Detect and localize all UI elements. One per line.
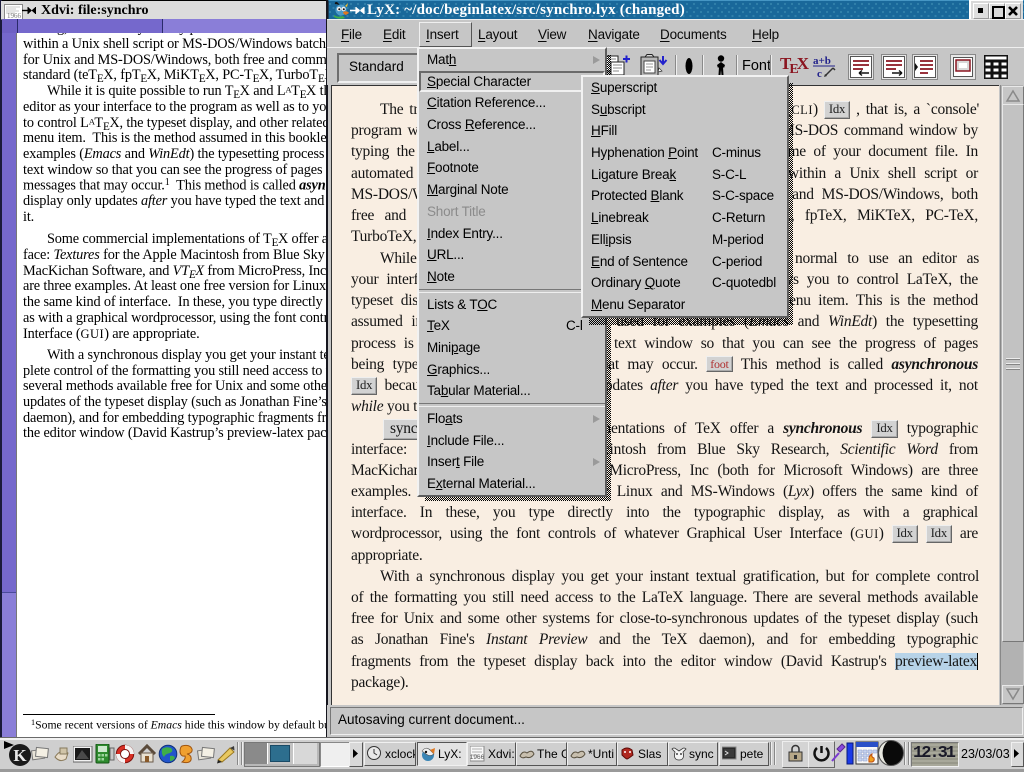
svg-text:a+b: a+b: [813, 55, 831, 67]
svg-text:K: K: [13, 746, 27, 765]
svg-text:1966: 1966: [470, 754, 485, 761]
svg-text:c: c: [817, 68, 822, 80]
